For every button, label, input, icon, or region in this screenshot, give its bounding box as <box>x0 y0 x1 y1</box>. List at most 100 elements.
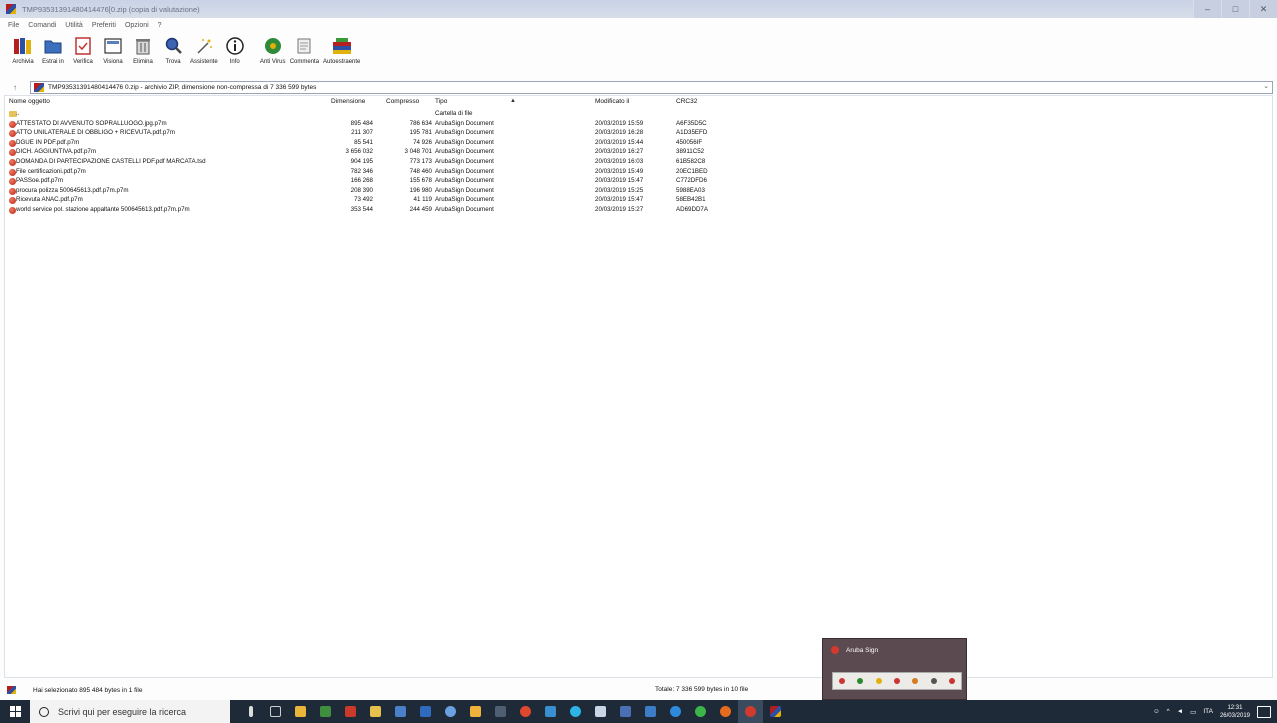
minimize-button[interactable]: – <box>1193 0 1221 18</box>
autoestraente-button[interactable]: Autoestraente <box>323 35 360 65</box>
window-title: TMP93531391480414476[0.zip (copia di val… <box>22 4 200 14</box>
aruba-tool-icon[interactable] <box>912 678 919 684</box>
assistente-button[interactable]: Assistente <box>190 35 218 65</box>
app-icon[interactable] <box>338 700 363 723</box>
clock[interactable]: 12:31 26/03/2019 <box>1220 704 1250 720</box>
table-row[interactable]: ATTO UNILATERALE DI OBBLIGO + RICEVUTA.p… <box>5 129 1272 138</box>
cell-name: DICH. AGGIUNTIVA.pdf.p7m <box>16 148 96 156</box>
file-list[interactable]: Nome oggetto Dimensione Compresso Tipo ▲… <box>4 95 1273 678</box>
table-row[interactable]: PASSoe.pdf.p7m 166 268 155 678 ArubaSign Do… <box>5 177 1272 186</box>
search-placeholder: Scrivi qui per eseguire la ricerca <box>58 706 187 717</box>
path-field[interactable]: TMP93531391480414476 0.zip - archivio ZI… <box>30 80 1273 94</box>
table-row[interactable]: procura polizza 500645613.pdf.p7m.p7m 208… <box>5 187 1272 196</box>
table-row[interactable]: File certificazioni.pdf.p7m 782 346 748 46… <box>5 168 1272 177</box>
cell-crc: A1D35EFD <box>676 129 708 137</box>
up-arrow-icon[interactable]: ↑ <box>0 83 30 92</box>
aruba-tool-icon[interactable] <box>930 678 937 684</box>
antivirus-button[interactable]: Anti Virus <box>260 35 286 65</box>
calculator-icon[interactable] <box>488 700 513 723</box>
col-header-modified[interactable]: Modificato il <box>595 98 629 105</box>
trova-button[interactable]: Trova <box>160 35 186 65</box>
menu-preferiti[interactable]: Preferiti <box>92 22 116 29</box>
path-text: TMP93531391480414476 0.zip - archivio ZI… <box>48 83 317 91</box>
arubasign-file-icon <box>9 159 16 166</box>
aruba-tool-icon[interactable] <box>857 678 864 684</box>
file-explorer-icon[interactable] <box>288 700 313 723</box>
whatsapp-icon[interactable] <box>688 700 713 723</box>
table-row[interactable]: .. Cartella di file <box>5 110 1272 119</box>
people-icon[interactable]: ☺ <box>1153 708 1160 715</box>
chevron-down-icon[interactable]: ⌄ <box>1263 82 1269 90</box>
verifica-button[interactable]: Verifica <box>70 35 96 65</box>
app-icon[interactable] <box>538 700 563 723</box>
app-icon[interactable] <box>388 700 413 723</box>
taskbar-search[interactable]: Scrivi qui per eseguire la ricerca <box>30 700 230 723</box>
archivia-button[interactable]: Archivia <box>10 35 36 65</box>
app-icon[interactable] <box>563 700 588 723</box>
app-icon[interactable] <box>463 700 488 723</box>
table-row[interactable]: ATTESTATO DI AVVENUTO SOPRALLUOGO.jpg.p7… <box>5 120 1272 129</box>
cell-packed: 195 781 <box>409 129 432 137</box>
aruba-sign-taskbar-icon[interactable] <box>738 700 763 723</box>
menu-comandi[interactable]: Comandi <box>28 22 56 29</box>
col-header-packed[interactable]: Compresso <box>386 98 419 105</box>
winrar-taskbar-icon[interactable] <box>763 700 788 723</box>
start-button[interactable] <box>0 700 30 723</box>
network-icon[interactable]: ▭ <box>1190 708 1196 716</box>
table-row[interactable]: DGUE IN PDF.pdf.p7m 85 541 74 926 ArubaSign… <box>5 139 1272 148</box>
archive-books-icon <box>12 35 34 57</box>
language-indicator[interactable]: ITA <box>1203 708 1213 715</box>
app-icon[interactable] <box>588 700 613 723</box>
col-header-size[interactable]: Dimensione <box>331 98 365 105</box>
trova-label: Trova <box>165 59 181 65</box>
menu-file[interactable]: File <box>8 22 19 29</box>
col-header-type[interactable]: Tipo <box>435 98 447 105</box>
menu-opzioni[interactable]: Opzioni <box>125 22 149 29</box>
cell-modified: 20/03/2019 15:47 <box>595 196 644 204</box>
col-header-crc[interactable]: CRC32 <box>676 98 697 105</box>
aruba-tool-icon[interactable] <box>948 678 955 684</box>
view-icon <box>102 35 124 57</box>
app-icon[interactable] <box>438 700 463 723</box>
elimina-button[interactable]: Elimina <box>130 35 156 65</box>
app-icon[interactable] <box>313 700 338 723</box>
aruba-tool-icon[interactable] <box>839 678 846 684</box>
aruba-sign-popup[interactable]: Aruba Sign <box>822 638 967 700</box>
chrome-icon[interactable] <box>513 700 538 723</box>
microphone-icon[interactable] <box>238 700 263 723</box>
visiona-button[interactable]: Visiona <box>100 35 126 65</box>
menu-utilita[interactable]: Utilità <box>65 22 83 29</box>
close-button[interactable]: ✕ <box>1249 0 1277 18</box>
antivirus-label: Anti Virus <box>259 59 286 65</box>
volume-icon[interactable]: ◄ <box>1177 708 1183 715</box>
maximize-button[interactable]: □ <box>1221 0 1249 18</box>
task-view-icon[interactable] <box>263 700 288 723</box>
arubasign-file-icon <box>9 130 16 138</box>
aruba-tool-icon[interactable] <box>875 678 882 684</box>
table-row[interactable]: world service pol. stazione appaltante 5… <box>5 206 1272 215</box>
chevron-up-icon[interactable]: ^ <box>1167 708 1170 715</box>
window-controls: – □ ✕ <box>1193 0 1277 18</box>
edge-icon[interactable] <box>663 700 688 723</box>
notifications-icon[interactable] <box>1257 705 1271 718</box>
menu-help[interactable]: ? <box>158 22 162 29</box>
status-bar: Hai selezionato 895 484 bytes in 1 file … <box>0 683 1277 697</box>
firefox-icon[interactable] <box>713 700 738 723</box>
col-header-name[interactable]: Nome oggetto <box>9 98 50 105</box>
commenta-button[interactable]: Commenta <box>290 35 319 65</box>
estrai-in-button[interactable]: Estrai in <box>40 35 66 65</box>
app-icon[interactable] <box>413 700 438 723</box>
table-row[interactable]: DICH. AGGIUNTIVA.pdf.p7m 3 656 032 3 048 7… <box>5 148 1272 157</box>
winrar-app-icon[interactable] <box>6 4 16 14</box>
cell-crc: 450056IF <box>676 138 703 146</box>
table-row[interactable]: DOMANDA DI PARTECIPAZIONE CASTELLI PDF.p… <box>5 158 1272 167</box>
cell-size: 895 484 <box>350 119 373 127</box>
app-icon[interactable] <box>638 700 663 723</box>
aruba-tool-icon[interactable] <box>893 678 900 684</box>
app-icon[interactable] <box>613 700 638 723</box>
table-row[interactable]: Ricevuta ANAC.pdf.p7m 73 492 41 119 ArubaSi… <box>5 196 1272 205</box>
app-icon[interactable] <box>363 700 388 723</box>
magnifier-icon <box>162 35 184 57</box>
cell-packed: 41 119 <box>413 196 432 204</box>
info-button[interactable]: Info <box>222 35 248 65</box>
